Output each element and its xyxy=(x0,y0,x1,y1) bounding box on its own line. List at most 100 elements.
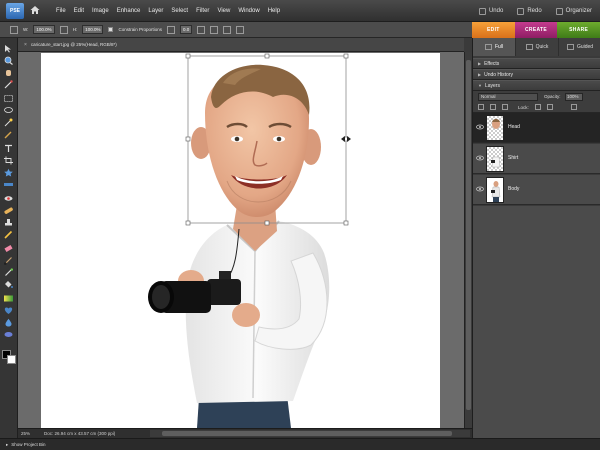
layers-panel-header[interactable]: ▼ Layers xyxy=(473,80,600,91)
background-color-swatch[interactable] xyxy=(7,355,16,364)
reference-point-icon[interactable] xyxy=(10,25,18,34)
panel-bin: Full Quick Guided ▶ Effects ▶ Undo History… xyxy=(472,38,600,438)
skew-icon[interactable] xyxy=(210,25,219,34)
menu-filter[interactable]: Filter xyxy=(196,8,209,14)
lock-all-icon[interactable] xyxy=(546,104,553,110)
clone-stamp-tool-icon[interactable] xyxy=(3,218,14,227)
organizer-icon xyxy=(555,7,563,15)
layer-row-body[interactable]: Body xyxy=(473,175,600,205)
layers-panel-title: Layers xyxy=(484,82,500,89)
trash-icon[interactable] xyxy=(570,104,577,110)
eye-icon[interactable] xyxy=(476,124,484,130)
project-bin-toggle[interactable]: ▸ Show Project Bin xyxy=(0,438,600,450)
spot-healing-tool-icon[interactable] xyxy=(3,206,14,215)
document-info: Doc: 26.94 cm x 43.57 cm (300 ppi) xyxy=(44,431,116,436)
layer-thumbnail xyxy=(486,115,504,141)
tab-guided-label: Guided xyxy=(576,44,594,50)
redo-button[interactable]: Redo xyxy=(517,7,542,15)
menu-image[interactable]: Image xyxy=(92,8,109,14)
pencil-tool-icon[interactable] xyxy=(3,230,14,239)
tab-share[interactable]: SHARE xyxy=(557,22,600,38)
toolbox xyxy=(0,38,18,438)
horizontal-scroll-thumb[interactable] xyxy=(162,431,452,436)
zoom-tool-icon[interactable] xyxy=(3,56,14,65)
image-canvas[interactable] xyxy=(41,53,440,428)
menu-enhance[interactable]: Enhance xyxy=(117,8,141,14)
selection-brush-tool-icon[interactable] xyxy=(3,130,14,139)
tool-options-bar: W: 100.0% H: 100.0% Constrain Proportion… xyxy=(0,22,472,38)
full-edit-icon xyxy=(484,44,492,50)
eraser-tool-icon[interactable] xyxy=(3,244,14,253)
layer-row-head[interactable]: Head xyxy=(473,113,600,143)
eye-icon[interactable] xyxy=(476,186,484,192)
cookie-cutter-tool-icon[interactable] xyxy=(3,168,14,177)
tab-edit[interactable]: EDIT xyxy=(472,22,515,38)
project-bin-label: Show Project Bin xyxy=(11,442,46,447)
rotate-field[interactable]: 0.0 xyxy=(179,25,193,34)
link-icon[interactable] xyxy=(59,25,68,34)
menu-layer[interactable]: Layer xyxy=(148,8,163,14)
eye-icon[interactable] xyxy=(476,155,484,161)
gradient-tool-icon[interactable] xyxy=(3,294,14,303)
layer-row-shirt[interactable]: Shirt xyxy=(473,144,600,174)
opacity-field[interactable]: 100% xyxy=(565,93,583,101)
hand-tool-icon[interactable] xyxy=(3,68,14,77)
menu-edit[interactable]: Edit xyxy=(74,8,84,14)
red-eye-tool-icon[interactable] xyxy=(3,194,14,203)
paint-bucket-tool-icon[interactable] xyxy=(3,280,14,289)
move-tool-icon[interactable] xyxy=(3,44,14,53)
distort-icon[interactable] xyxy=(223,25,232,34)
tab-full[interactable]: Full xyxy=(473,38,515,56)
menu-view[interactable]: View xyxy=(217,8,230,14)
height-field[interactable]: 100.0% xyxy=(82,25,104,34)
menu-window[interactable]: Window xyxy=(238,8,259,14)
menu-help[interactable]: Help xyxy=(268,8,280,14)
link-layers-icon[interactable] xyxy=(502,104,508,110)
adjustment-layer-icon[interactable] xyxy=(490,104,496,110)
straighten-tool-icon[interactable] xyxy=(3,180,14,189)
effects-panel-header[interactable]: ▶ Effects xyxy=(473,58,600,69)
brush-tool-icon[interactable] xyxy=(3,256,14,265)
tab-create[interactable]: CREATE xyxy=(514,22,558,38)
close-icon[interactable]: × xyxy=(24,42,27,48)
home-icon[interactable] xyxy=(30,5,40,15)
vertical-scroll-thumb[interactable] xyxy=(466,60,471,410)
eyedropper-tool-icon[interactable] xyxy=(3,80,14,89)
document-tab[interactable]: × caricature_start.jpg @ 25%(Head, RGB/8… xyxy=(18,38,464,52)
lock-transparent-icon[interactable] xyxy=(534,104,541,110)
smart-brush-tool-icon[interactable] xyxy=(3,268,14,277)
blur-tool-icon[interactable] xyxy=(3,318,14,327)
organizer-button[interactable]: Organizer xyxy=(555,7,592,15)
horizontal-scrollbar[interactable] xyxy=(150,430,470,437)
tab-guided[interactable]: Guided xyxy=(559,38,600,56)
width-field[interactable]: 100.0% xyxy=(33,25,55,34)
layer-thumbnail xyxy=(486,177,504,203)
undo-button[interactable]: Undo xyxy=(478,7,504,15)
type-tool-icon[interactable] xyxy=(3,144,14,153)
custom-shape-tool-icon[interactable] xyxy=(3,306,14,315)
blend-mode-select[interactable]: Normal xyxy=(478,93,538,101)
undo-label: Undo xyxy=(488,8,504,14)
crop-tool-icon[interactable] xyxy=(3,156,14,165)
canvas-area[interactable] xyxy=(18,52,464,428)
constrain-label: Constrain Proportions xyxy=(118,27,162,32)
sponge-tool-icon[interactable] xyxy=(3,330,14,339)
new-layer-icon[interactable] xyxy=(478,104,484,110)
lasso-tool-icon[interactable] xyxy=(3,106,14,115)
undo-history-panel-header[interactable]: ▶ Undo History xyxy=(473,69,600,80)
perspective-icon[interactable] xyxy=(236,25,245,34)
rotate-dropdown-icon[interactable] xyxy=(197,25,206,34)
expand-icon: ▶ xyxy=(478,61,482,66)
menu-select[interactable]: Select xyxy=(171,8,188,14)
layer-toolbar: Lock: xyxy=(478,103,596,111)
vertical-scrollbar[interactable] xyxy=(464,52,472,428)
constrain-checkbox[interactable] xyxy=(108,27,114,32)
magic-wand-tool-icon[interactable] xyxy=(3,118,14,127)
menu-file[interactable]: File xyxy=(56,8,66,14)
marquee-tool-icon[interactable] xyxy=(3,94,14,103)
menu-bar: PSE File Edit Image Enhance Layer Select… xyxy=(0,0,600,22)
main-menu: File Edit Image Enhance Layer Select Fil… xyxy=(56,0,280,22)
zoom-readout[interactable]: 25% xyxy=(18,431,38,436)
mode-tabs: EDIT CREATE SHARE xyxy=(472,22,600,38)
tab-quick[interactable]: Quick xyxy=(516,38,558,56)
